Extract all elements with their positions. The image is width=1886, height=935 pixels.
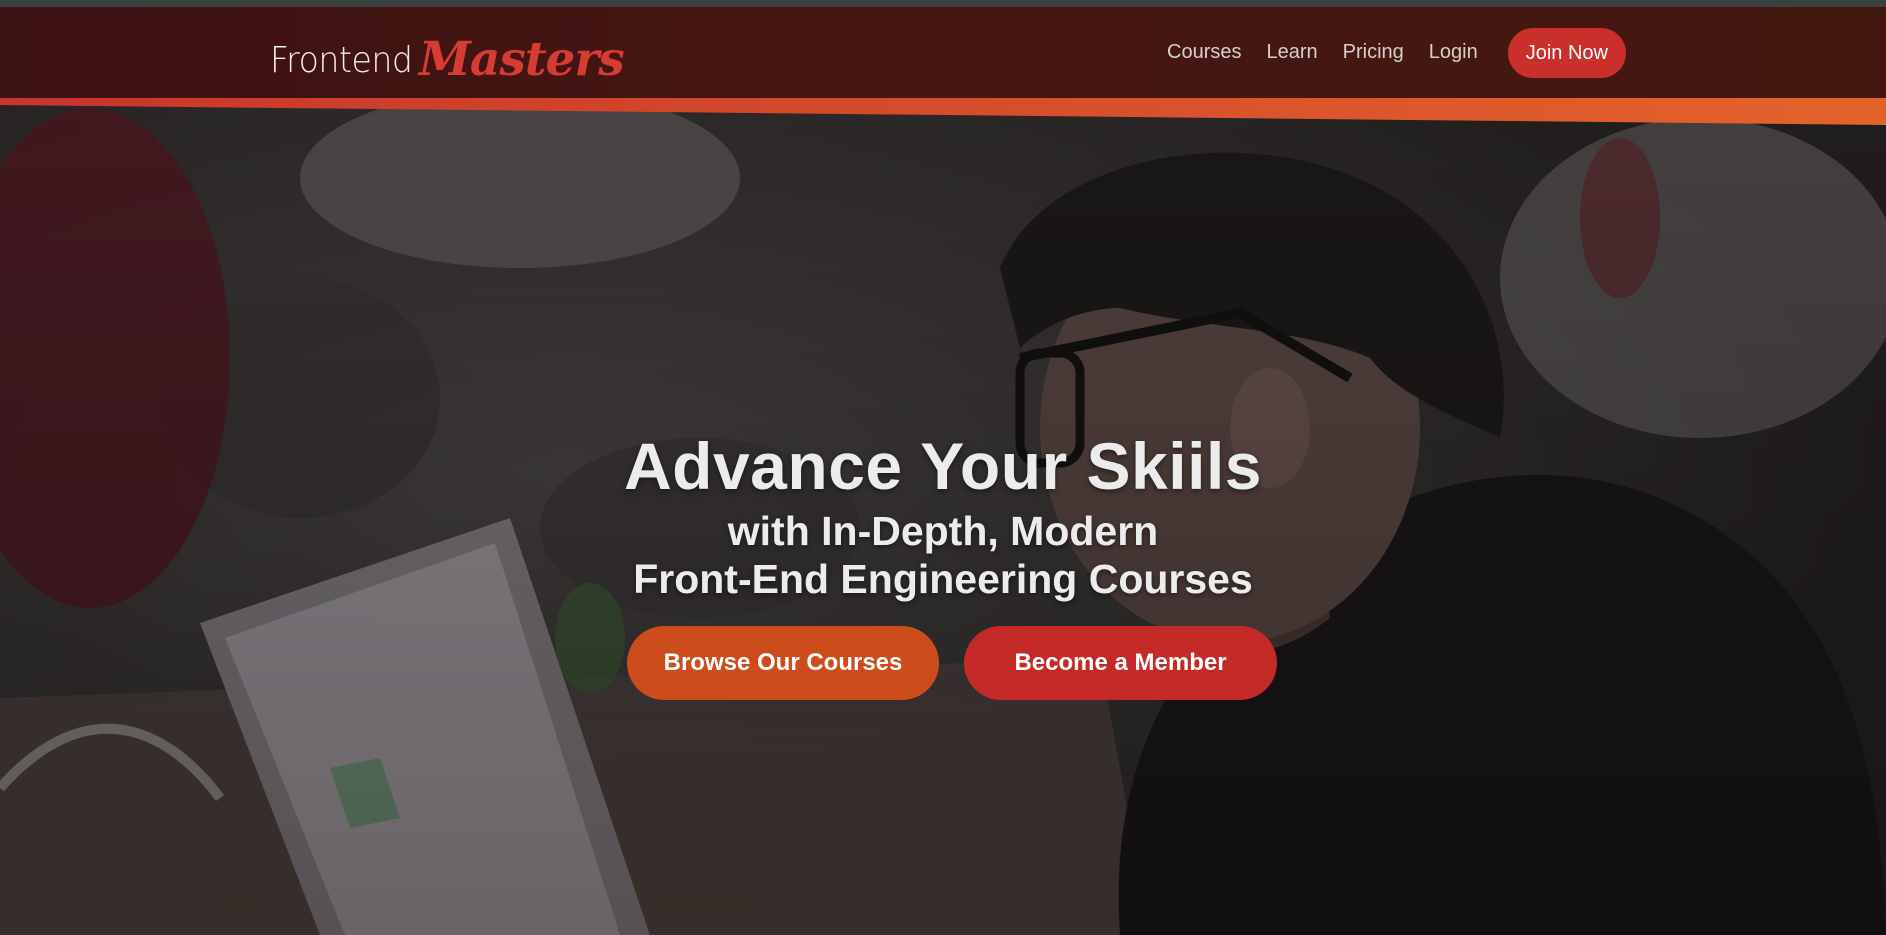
hero-section: Advance Your Skiils with In-Depth, Moder… <box>0 98 1886 935</box>
hero-title: Advance Your Skiils <box>624 429 1262 503</box>
nav-courses-link[interactable]: Courses <box>1167 41 1241 64</box>
hero-subtitle-line-2: Front-End Engineering Courses <box>633 556 1253 602</box>
logo-frontend-text: Frontend <box>270 40 413 81</box>
browser-top-edge <box>0 0 1886 7</box>
logo-masters-text: Masters <box>418 32 625 87</box>
hero-subtitle-line-1: with In-Depth, Modern <box>727 508 1159 554</box>
site-header: Frontend Masters Courses Learn Pricing L… <box>0 7 1886 98</box>
browse-courses-button[interactable]: Browse Our Courses <box>627 626 939 700</box>
nav-login-link[interactable]: Login <box>1429 41 1478 64</box>
become-member-button[interactable]: Become a Member <box>964 626 1277 700</box>
header-accent-stripe <box>0 95 1886 125</box>
frontend-masters-logo[interactable]: Frontend Masters <box>270 27 625 87</box>
nav-learn-link[interactable]: Learn <box>1267 41 1318 64</box>
nav-pricing-link[interactable]: Pricing <box>1343 41 1404 64</box>
main-nav: Courses Learn Pricing Login Join Now <box>1167 7 1626 98</box>
hero-content: Advance Your Skiils with In-Depth, Moder… <box>0 98 1886 935</box>
join-now-button[interactable]: Join Now <box>1507 27 1626 78</box>
